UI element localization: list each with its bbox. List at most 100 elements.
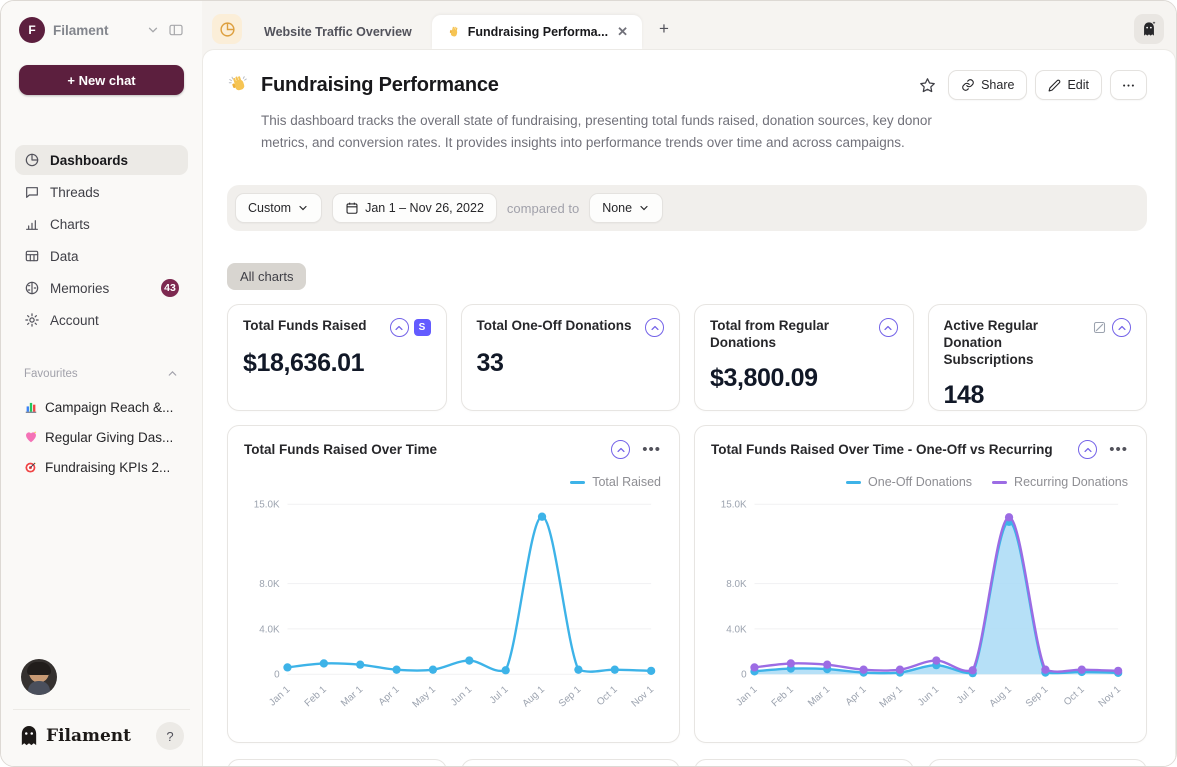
svg-text:Jan 1: Jan 1 — [267, 684, 293, 709]
wave-hand-icon — [446, 25, 461, 40]
chart-title: Total Funds Raised Over Time — [244, 442, 601, 457]
help-button[interactable]: ? — [156, 722, 184, 750]
favourite-star-button[interactable] — [915, 73, 940, 98]
comparison-dropdown[interactable]: None — [589, 193, 663, 223]
more-options-button[interactable] — [1110, 70, 1147, 100]
workspace-logo[interactable]: F — [19, 17, 45, 43]
chart-card: Total Funds Raised Over Time ••• Total R… — [227, 425, 680, 743]
svg-text:Oct 1: Oct 1 — [1062, 684, 1087, 708]
favourite-item[interactable]: Fundraising KPIs 2... — [15, 454, 188, 480]
svg-text:Feb 1: Feb 1 — [770, 684, 797, 709]
ellipsis-icon — [1121, 78, 1136, 93]
svg-text:Nov 1: Nov 1 — [630, 684, 657, 710]
brain-icon — [24, 280, 40, 296]
bottom-card-row: Total from Ticket Sales Donation Form Co… — [227, 759, 1147, 766]
kpi-card: Total Funds Raised S $18,636.01 — [227, 304, 447, 411]
favourites-header[interactable]: Favourites — [15, 367, 188, 380]
main-area: Website Traffic OverviewFundraising Perf… — [202, 1, 1176, 766]
close-tab-icon[interactable]: ✕ — [617, 24, 628, 40]
expand-metric-button[interactable] — [879, 318, 898, 337]
chevron-up-circle-icon — [1083, 445, 1093, 455]
legend-label: One-Off Donations — [868, 475, 972, 489]
page-header: Fundraising Performance Share Edit — [227, 70, 1147, 100]
chart-title: Total Funds Raised Over Time - One-Off v… — [711, 442, 1068, 457]
assistant-ghost-button[interactable] — [1134, 14, 1164, 44]
sparkle-heart-icon — [24, 430, 38, 444]
svg-text:15.0K: 15.0K — [254, 500, 280, 511]
favourite-item-label: Regular Giving Das... — [45, 430, 173, 445]
chart-legend: One-Off Donations Recurring Donations — [711, 475, 1128, 489]
new-tab-button[interactable]: + — [650, 15, 678, 43]
legend-item[interactable]: One-Off Donations — [846, 475, 972, 489]
header-actions: Share Edit — [915, 70, 1147, 100]
dashboards-home-button[interactable] — [212, 14, 242, 44]
kpi-title: Total Funds Raised — [243, 318, 384, 335]
favourites-section: Favourites Campaign Reach &... Regular Gi… — [15, 367, 188, 480]
sidebar-item-memories[interactable]: Memories43 — [15, 273, 188, 303]
sidebar-item-account[interactable]: Account — [15, 305, 188, 335]
legend-swatch — [846, 481, 861, 484]
chevron-down-icon[interactable] — [146, 23, 160, 37]
sidebar-item-charts[interactable]: Charts — [15, 209, 188, 239]
user-avatar[interactable] — [21, 659, 57, 695]
sidebar-footer: Filament ? — [15, 722, 188, 752]
favourite-item-label: Fundraising KPIs 2... — [45, 460, 170, 475]
tab-0[interactable]: Website Traffic Overview — [250, 15, 426, 49]
range-type-value: Custom — [248, 201, 291, 215]
svg-text:Feb 1: Feb 1 — [303, 684, 330, 709]
expand-metric-button[interactable] — [645, 318, 664, 337]
legend-label: Total Raised — [592, 475, 661, 489]
edit-button[interactable]: Edit — [1035, 70, 1102, 100]
kpi-card: Total from Ticket Sales — [227, 759, 447, 766]
sidebar-nav: Dashboards ThreadsChartsDataMemories43Acc… — [15, 145, 188, 335]
expand-metric-button[interactable] — [390, 318, 409, 337]
bar-chart-icon — [24, 216, 40, 232]
svg-text:Nov 1: Nov 1 — [1097, 684, 1124, 710]
svg-text:8.0K: 8.0K — [259, 579, 280, 590]
chart-card: Total Funds Raised Over Time - One-Off v… — [694, 425, 1147, 743]
favourite-item[interactable]: Regular Giving Das... — [15, 424, 188, 450]
tab-active[interactable]: Fundraising Performa...✕ — [432, 15, 642, 49]
expand-metric-button[interactable] — [611, 440, 630, 459]
collapse-sidebar-icon[interactable] — [168, 22, 184, 38]
chart-more-button[interactable]: ••• — [1107, 441, 1130, 458]
all-charts-chip[interactable]: All charts — [227, 263, 306, 290]
brand-wordmark: Filament — [46, 726, 149, 746]
sidebar-divider — [13, 709, 190, 710]
workspace-row: F Filament — [15, 17, 188, 43]
range-type-dropdown[interactable]: Custom — [235, 193, 322, 223]
svg-text:Aug 1: Aug 1 — [987, 684, 1014, 710]
comparison-value: None — [602, 201, 632, 215]
charts-grid: Total Funds Raised Over Time ••• Total R… — [227, 425, 1147, 743]
svg-text:Jan 1: Jan 1 — [734, 684, 760, 709]
kpi-title: Active Regular Donation Subscriptions — [944, 318, 1087, 369]
svg-text:Jul 1: Jul 1 — [955, 684, 978, 706]
sidebar-item-label: Dashboards — [50, 153, 179, 168]
expand-metric-button[interactable] — [1078, 440, 1097, 459]
kpi-value: 33 — [477, 349, 665, 378]
sidebar-item-data[interactable]: Data — [15, 241, 188, 271]
stripe-source-badge: S — [414, 319, 431, 336]
favourite-item[interactable]: Campaign Reach &... — [15, 394, 188, 420]
expand-metric-button[interactable] — [1112, 318, 1131, 337]
bar-chart-emoji-icon — [24, 400, 38, 414]
share-button[interactable]: Share — [948, 70, 1027, 100]
chart-plot: 04.0K8.0K15.0KJan 1Feb 1Mar 1Apr 1May 1J… — [711, 491, 1130, 727]
star-icon — [919, 77, 936, 94]
kpi-title: Total from Regular Donations — [710, 318, 873, 352]
legend-item[interactable]: Total Raised — [570, 475, 661, 489]
date-range-picker[interactable]: Jan 1 – Nov 26, 2022 — [332, 193, 497, 223]
sidebar-item-dashboards[interactable]: Dashboards — [15, 145, 188, 175]
svg-text:Oct 1: Oct 1 — [595, 684, 620, 708]
clapping-hands-icon — [227, 74, 249, 96]
page-title: Fundraising Performance — [261, 74, 903, 97]
sidebar-item-threads[interactable]: Threads — [15, 177, 188, 207]
favourite-item-label: Campaign Reach &... — [45, 400, 173, 415]
svg-text:15.0K: 15.0K — [721, 500, 747, 511]
new-chat-button[interactable]: + New chat — [19, 65, 184, 95]
chart-more-button[interactable]: ••• — [640, 441, 663, 458]
kpi-card: Number of Tickets Sold — [694, 759, 914, 766]
legend-item[interactable]: Recurring Donations — [992, 475, 1128, 489]
pie-chart-icon — [219, 21, 236, 38]
svg-text:Apr 1: Apr 1 — [844, 684, 869, 708]
